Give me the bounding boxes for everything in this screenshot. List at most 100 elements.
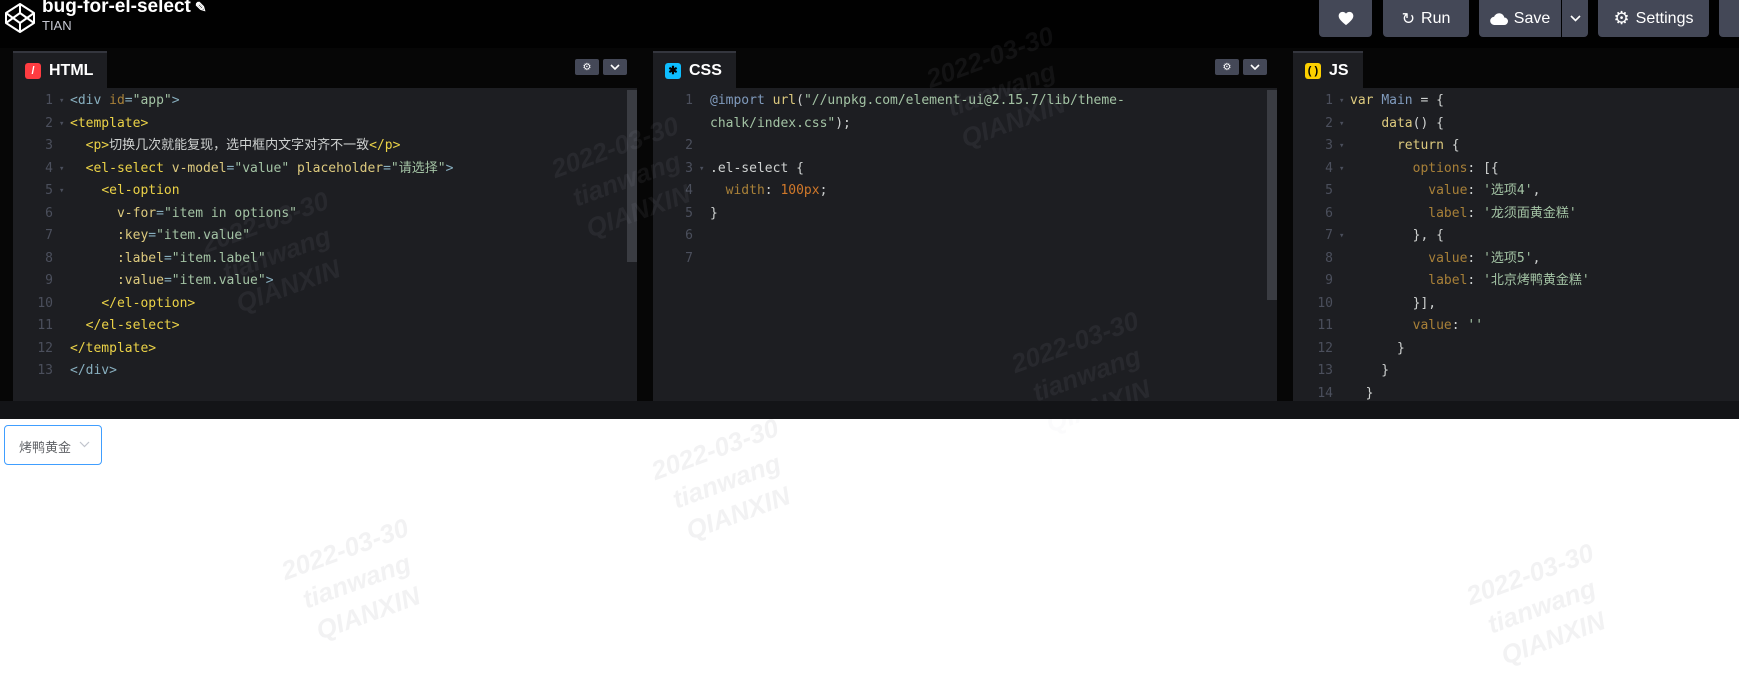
code-line[interactable]: 14 } xyxy=(1293,383,1739,402)
tab-js[interactable]: ( ) JS xyxy=(1293,51,1363,88)
tab-js-label: JS xyxy=(1329,61,1349,79)
code-line[interactable]: 3 ▾ .el-select { xyxy=(653,158,1277,181)
line-number: 4 xyxy=(685,183,693,198)
author-name[interactable]: TIAN xyxy=(42,18,72,33)
line-number: 12 xyxy=(1317,340,1333,356)
fold-arrow-icon[interactable]: ▾ xyxy=(1339,158,1344,181)
save-button[interactable]: Save xyxy=(1479,0,1561,37)
heart-icon xyxy=(1338,11,1353,26)
fold-arrow-icon[interactable]: ▾ xyxy=(1339,113,1344,136)
save-options-dropdown[interactable] xyxy=(1562,0,1588,37)
css-logo-icon: ✱ xyxy=(665,62,681,79)
fold-arrow-icon[interactable]: ▾ xyxy=(59,113,64,136)
code-line[interactable]: 5} xyxy=(653,203,1277,226)
run-button[interactable]: ↻ Run xyxy=(1383,0,1469,37)
code-line[interactable]: 5 ▾ <el-option xyxy=(13,180,637,203)
codepen-logo-icon[interactable] xyxy=(4,2,36,34)
code-line[interactable]: 1 ▾ <div id="app"> xyxy=(13,90,637,113)
code-text: :label="item.label" xyxy=(116,250,266,266)
html-settings-gear-icon[interactable]: ⚙ xyxy=(575,59,599,75)
css-scrollbar[interactable] xyxy=(1267,90,1277,300)
code-line[interactable]: 13 } xyxy=(1293,360,1739,383)
edit-pencil-icon[interactable]: ✎ xyxy=(195,0,207,15)
code-line[interactable]: 4 width: 100px; xyxy=(653,180,1277,203)
code-line[interactable]: 9 :value="item.value"> xyxy=(13,270,637,293)
code-line[interactable]: 8 :label="item.label" xyxy=(13,248,637,271)
code-text: @import url("//unpkg.com/element-ui@2.15… xyxy=(710,93,1125,108)
code-line[interactable]: 6 xyxy=(653,225,1277,248)
code-text: } xyxy=(1350,340,1405,356)
code-line[interactable]: 11 value: '' xyxy=(1293,315,1739,338)
love-button[interactable] xyxy=(1319,0,1372,37)
css-settings-gear-icon[interactable]: ⚙ xyxy=(1215,59,1239,75)
pen-title-text: bug-for-el-select xyxy=(42,0,191,17)
code-line[interactable]: 5 value: '选项4', xyxy=(1293,180,1739,203)
code-text: }], xyxy=(1350,295,1437,311)
code-line[interactable]: 8 value: '选项5', xyxy=(1293,248,1739,271)
code-line[interactable]: 12 } xyxy=(1293,338,1739,361)
html-scrollbar[interactable] xyxy=(627,90,637,262)
code-line[interactable]: 2 ▾ <template> xyxy=(13,113,637,136)
fold-arrow-icon[interactable]: ▾ xyxy=(59,90,64,113)
code-line[interactable]: 3 <p>切换几次就能复现，选中框内文字对齐不一致</p> xyxy=(13,135,637,158)
code-text: </el-option> xyxy=(101,295,196,311)
fold-arrow-icon[interactable]: ▾ xyxy=(1339,90,1344,113)
code-line[interactable]: 1 ▾ var Main = { xyxy=(1293,90,1739,113)
editor-resize-strip[interactable] xyxy=(0,401,1739,419)
line-number: 9 xyxy=(45,273,53,288)
tab-html[interactable]: / HTML xyxy=(13,51,108,88)
line-number: 3 xyxy=(1325,138,1333,153)
code-text: width: 100px; xyxy=(725,183,828,198)
fold-arrow-icon[interactable]: ▾ xyxy=(59,158,64,181)
css-tab-bar: ✱ CSS ⚙ xyxy=(653,48,1277,88)
code-line[interactable]: 7 :key="item.value" xyxy=(13,225,637,248)
fold-arrow-icon[interactable]: ▾ xyxy=(1339,225,1344,248)
code-text: <el-select v-model="value" placeholder="… xyxy=(85,160,454,176)
layout-button[interactable] xyxy=(1719,0,1739,37)
fold-arrow-icon[interactable]: ▾ xyxy=(699,158,704,181)
code-line[interactable]: 13 </div> xyxy=(13,360,637,383)
html-collapse-chevron-icon[interactable] xyxy=(603,59,627,75)
js-tab-bar: ( ) JS xyxy=(1293,48,1739,88)
line-number: 11 xyxy=(37,318,53,333)
code-line[interactable]: 7 ▾ }, { xyxy=(1293,225,1739,248)
code-text: } xyxy=(1350,363,1390,378)
code-text: v-for="item in options" xyxy=(116,205,297,221)
css-code-editor[interactable]: 1 @import url("//unpkg.com/element-ui@2.1… xyxy=(653,88,1277,401)
settings-label: Settings xyxy=(1635,9,1694,27)
fold-arrow-icon[interactable]: ▾ xyxy=(59,180,64,203)
html-logo-icon: / xyxy=(25,62,41,79)
fold-arrow-icon[interactable]: ▾ xyxy=(1339,135,1344,158)
code-line[interactable]: 12 </template> xyxy=(13,338,637,361)
line-number: 5 xyxy=(1325,183,1333,198)
code-line[interactable]: 2 xyxy=(653,135,1277,158)
line-number: 1 xyxy=(685,93,693,108)
line-number: 7 xyxy=(45,228,53,243)
js-code-editor[interactable]: 1 ▾ var Main = {2 ▾ data() {3 ▾ return {4 ▾ o… xyxy=(1293,88,1739,401)
settings-button[interactable]: ⚙ Settings xyxy=(1598,0,1709,37)
css-collapse-chevron-icon[interactable] xyxy=(1243,59,1267,75)
line-number: 7 xyxy=(685,250,693,266)
code-line[interactable]: 3 ▾ return { xyxy=(1293,135,1739,158)
tab-css[interactable]: ✱ CSS xyxy=(653,51,736,88)
code-line[interactable]: 11 </el-select> xyxy=(13,315,637,338)
code-line[interactable]: 4 ▾ options: [{ xyxy=(1293,158,1739,181)
code-line[interactable]: 9 label: '北京烤鸭黄金糕' xyxy=(1293,270,1739,293)
select-selected-value: 烤鸭黄金 xyxy=(19,441,72,456)
code-line[interactable]: 6 v-for="item in options" xyxy=(13,203,637,226)
pen-title[interactable]: bug-for-el-select ✎ xyxy=(42,0,207,18)
code-line[interactable]: 10 </el-option> xyxy=(13,293,637,316)
code-line[interactable]: 7 xyxy=(653,248,1277,271)
code-line[interactable]: chalk/index.css"); xyxy=(653,113,1277,136)
code-text: data() { xyxy=(1381,115,1444,131)
js-logo-icon: ( ) xyxy=(1305,62,1321,79)
code-line[interactable]: 2 ▾ data() { xyxy=(1293,113,1739,136)
code-line[interactable]: 10 }], xyxy=(1293,293,1739,316)
line-number: 6 xyxy=(685,228,693,243)
code-text: label: '北京烤鸭黄金糕' xyxy=(1428,273,1590,288)
code-line[interactable]: 6 label: '龙须面黄金糕' xyxy=(1293,203,1739,226)
el-select-input[interactable]: 烤鸭黄金 xyxy=(4,425,102,465)
code-line[interactable]: 1 @import url("//unpkg.com/element-ui@2.1… xyxy=(653,90,1277,113)
code-line[interactable]: 4 ▾ <el-select v-model="value" placeholde… xyxy=(13,158,637,181)
html-code-editor[interactable]: 1 ▾ <div id="app"> 2 ▾ <template> 3 <p>切换几次就能复… xyxy=(13,88,637,401)
